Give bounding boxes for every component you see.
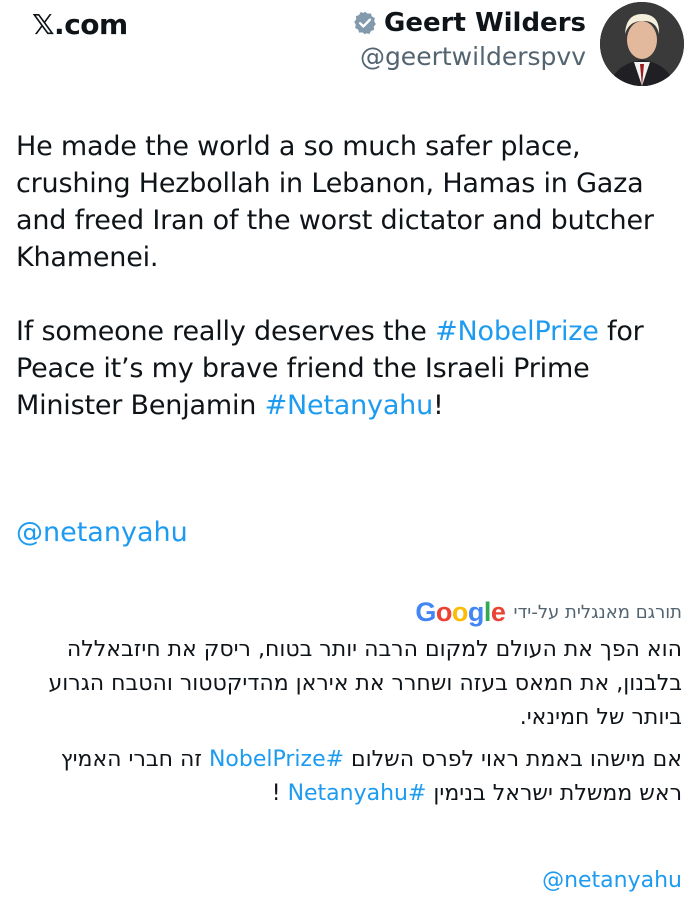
translated-paragraph-2: אם מישהו באמת ראוי לפרס השלום #NobelPriz… — [22, 743, 682, 811]
translated-text-part: ! — [271, 781, 288, 806]
translated-hashtag-nobelprize-link[interactable]: #NobelPrize — [209, 747, 344, 772]
translated-mention-netanyahu-link[interactable]: @netanyahu — [542, 868, 682, 893]
author-name[interactable]: Geert Wilders — [384, 8, 586, 38]
translation-attribution: Google תורגם מאנגלית על-ידי — [415, 597, 682, 628]
author-handle[interactable]: @geertwilderspvv — [352, 42, 586, 71]
verified-badge-icon — [354, 11, 376, 35]
hashtag-nobelprize-link[interactable]: #NobelPrize — [435, 316, 599, 347]
translated-text-part: אם מישהו באמת ראוי לפרס השלום — [344, 747, 682, 772]
hashtag-netanyahu-link[interactable]: #Netanyahu — [265, 390, 434, 421]
translated-hashtag-netanyahu-link[interactable]: #Netanyahu — [288, 781, 427, 806]
tweet-paragraph-1: He made the world a so much safer place,… — [16, 131, 654, 273]
tweet-text: ! — [433, 390, 444, 421]
author-block[interactable]: Geert Wilders @geertwilderspvv — [352, 8, 586, 71]
tweet-text: If someone really deserves the — [16, 316, 436, 347]
tweet-body: He made the world a so much safer place,… — [16, 128, 686, 424]
mention-netanyahu-link[interactable]: @netanyahu — [16, 514, 188, 551]
author-name-row: Geert Wilders — [352, 8, 586, 38]
avatar-portrait-icon — [600, 2, 684, 86]
avatar[interactable] — [600, 2, 684, 86]
site-brand[interactable]: 𝕏.com — [32, 8, 128, 41]
translated-paragraph-1: הוא הפך את העולם למקום הרבה יותר בטוח, ר… — [48, 637, 682, 730]
tweet-paragraph-2: If someone really deserves the #NobelPri… — [16, 313, 686, 424]
translated-by-label: תורגם מאנגלית על-ידי — [513, 602, 682, 623]
google-logo: Google — [415, 597, 506, 627]
tweet-header: 𝕏.com Geert Wilders @geertwilderspvv — [0, 0, 700, 100]
translated-text: הוא הפך את העולם למקום הרבה יותר בטוח, ר… — [22, 633, 682, 811]
